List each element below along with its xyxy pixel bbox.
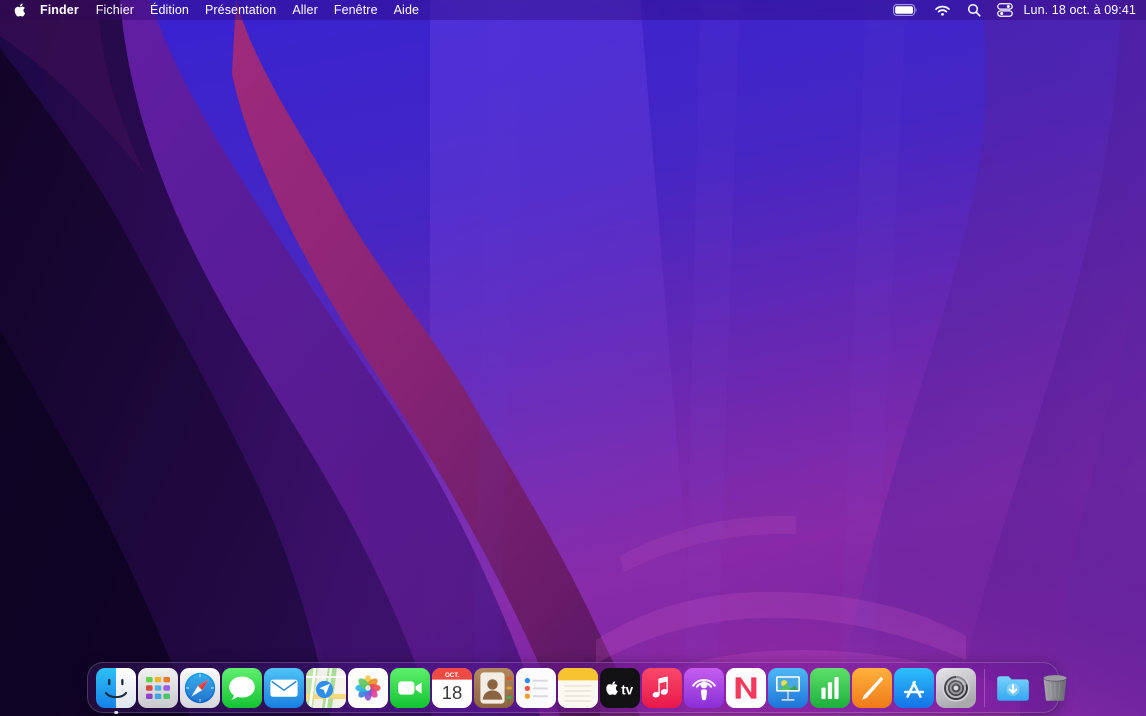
dock-item-keynote[interactable]: [768, 667, 809, 708]
dock-item-system-preferences[interactable]: [936, 667, 977, 708]
dock-item-appstore[interactable]: [894, 667, 935, 708]
menu-item-fichier[interactable]: Fichier: [88, 0, 142, 20]
mail-icon: [264, 668, 304, 708]
menu-bar-left: Finder Fichier Édition Présentation Alle…: [0, 0, 427, 20]
keynote-icon: [768, 668, 808, 708]
dock-item-maps[interactable]: [306, 667, 347, 708]
wifi-icon[interactable]: [926, 0, 959, 20]
dock-item-appletv[interactable]: tv: [600, 667, 641, 708]
dock-item-music[interactable]: [642, 667, 683, 708]
search-icon[interactable]: [959, 0, 989, 20]
reminders-icon: [516, 668, 556, 708]
menu-item-presentation[interactable]: Présentation: [197, 0, 284, 20]
messages-icon: [222, 668, 262, 708]
calendar-icon: OCT. 18: [432, 668, 472, 708]
menu-item-edition[interactable]: Édition: [142, 0, 197, 20]
launchpad-icon: [138, 668, 178, 708]
maps-icon: [306, 668, 346, 708]
calendar-day-label: 18: [442, 682, 463, 703]
desktop-wallpaper: [0, 0, 1146, 716]
calendar-month-label: OCT.: [445, 672, 459, 679]
apple-logo-icon[interactable]: [9, 0, 31, 20]
finder-icon: [96, 668, 136, 708]
dock-item-trash[interactable]: [1035, 667, 1076, 708]
dock-item-reminders[interactable]: [516, 667, 557, 708]
facetime-icon: [390, 668, 430, 708]
numbers-icon: [810, 668, 850, 708]
menu-bar: Finder Fichier Édition Présentation Alle…: [0, 0, 1146, 20]
menu-item-finder[interactable]: Finder: [31, 0, 88, 20]
downloads-folder-icon: [993, 668, 1033, 708]
photos-icon: [348, 668, 388, 708]
news-icon: [726, 668, 766, 708]
appstore-icon: [894, 668, 934, 708]
dock-item-downloads-folder[interactable]: [993, 667, 1034, 708]
dock: OCT. 18 tv: [87, 662, 1067, 714]
dock-item-podcasts[interactable]: [684, 667, 725, 708]
dock-item-notes[interactable]: [558, 667, 599, 708]
menu-bar-status-area: Lun. 18 oct. à 09:41: [885, 0, 1146, 20]
dock-item-news[interactable]: [726, 667, 767, 708]
dock-item-launchpad[interactable]: [138, 667, 179, 708]
dock-item-numbers[interactable]: [810, 667, 851, 708]
desktop: Finder Fichier Édition Présentation Alle…: [0, 0, 1146, 716]
safari-icon: [180, 668, 220, 708]
trash-icon: [1035, 668, 1075, 708]
dock-item-pages[interactable]: [852, 667, 893, 708]
pages-icon: [852, 668, 892, 708]
dock-item-contacts[interactable]: [474, 667, 515, 708]
dock-item-mail[interactable]: [264, 667, 305, 708]
dock-item-calendar[interactable]: OCT. 18: [432, 667, 473, 708]
menu-bar-clock[interactable]: Lun. 18 oct. à 09:41: [1021, 0, 1136, 20]
music-icon: [642, 668, 682, 708]
menu-item-aide[interactable]: Aide: [386, 0, 427, 20]
podcasts-icon: [684, 668, 724, 708]
dock-item-safari[interactable]: [180, 667, 221, 708]
dock-item-messages[interactable]: [222, 667, 263, 708]
control-center-icon[interactable]: [989, 0, 1021, 20]
menu-item-fenetre[interactable]: Fenêtre: [326, 0, 386, 20]
dock-item-photos[interactable]: [348, 667, 389, 708]
dock-item-facetime[interactable]: [390, 667, 431, 708]
contacts-icon: [474, 668, 514, 708]
running-indicator: [114, 710, 118, 714]
dock-item-finder[interactable]: [96, 667, 137, 714]
system-preferences-icon: [936, 668, 976, 708]
battery-full-icon[interactable]: [885, 0, 926, 20]
notes-icon: [558, 668, 598, 708]
menu-item-aller[interactable]: Aller: [284, 0, 326, 20]
svg-text:tv: tv: [621, 682, 633, 697]
appletv-icon: tv: [600, 668, 640, 708]
dock-separator: [984, 668, 985, 707]
